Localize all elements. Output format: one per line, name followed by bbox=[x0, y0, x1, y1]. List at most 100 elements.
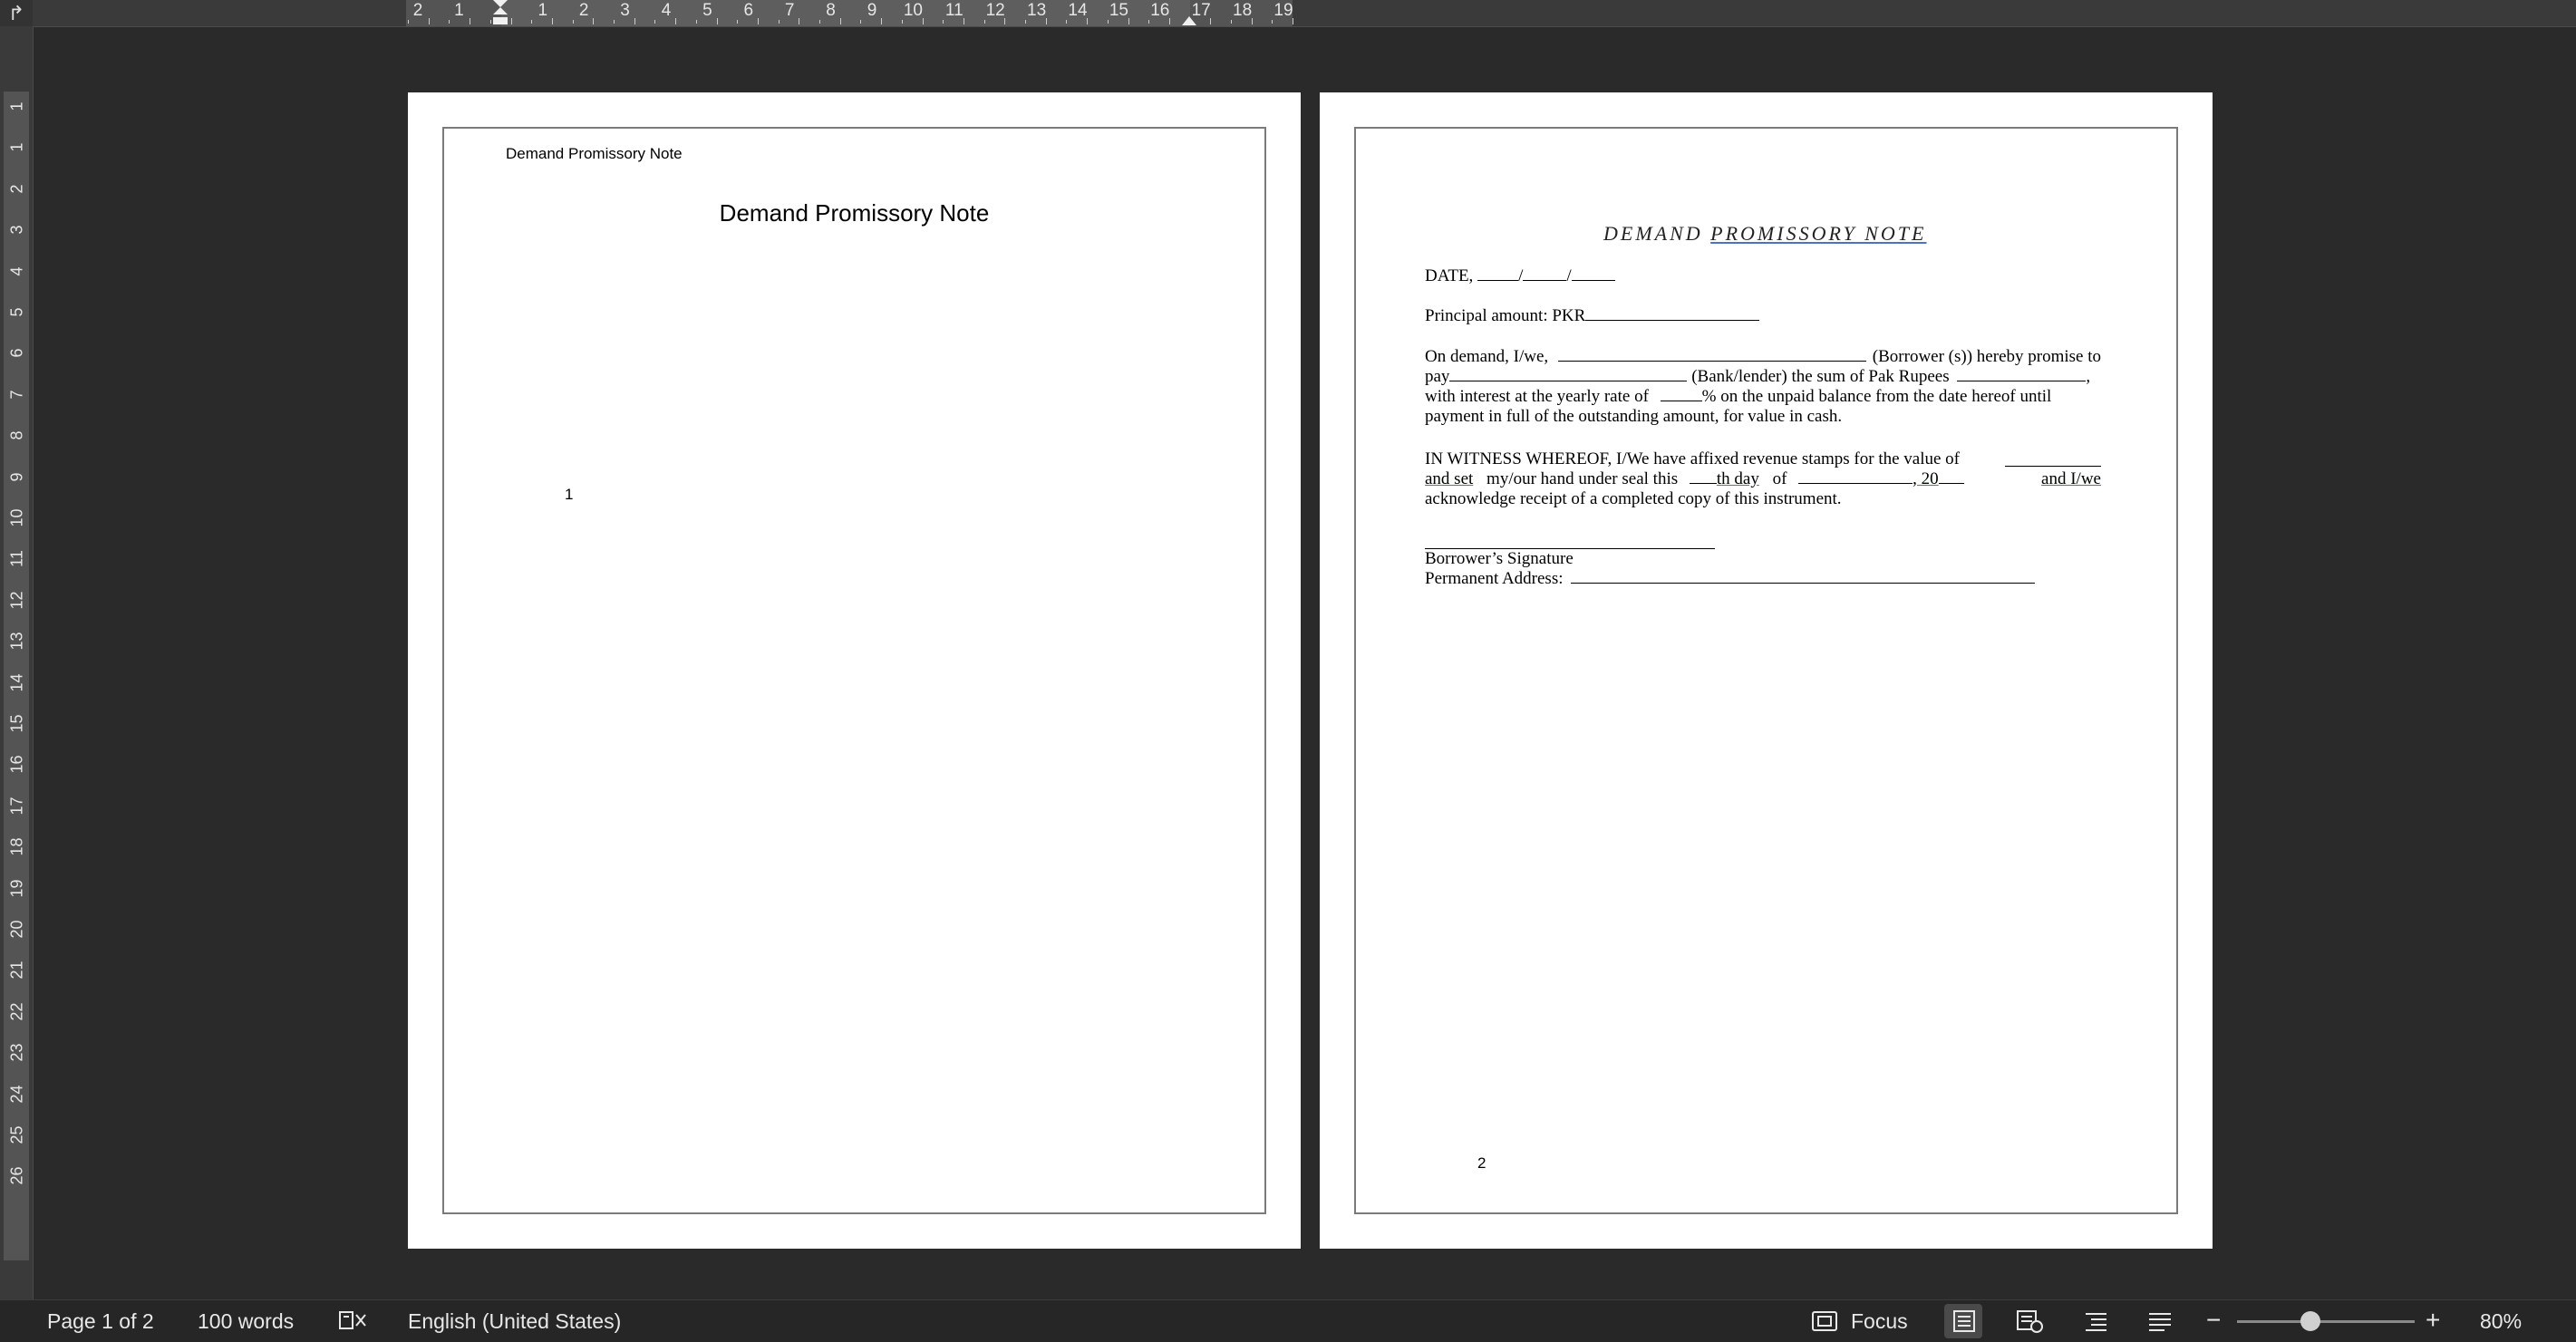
ruler-tick bbox=[1272, 20, 1273, 24]
vertical-ruler-number: 19 bbox=[7, 879, 26, 898]
ruler-tick bbox=[1045, 18, 1047, 24]
ruler-number: 4 bbox=[661, 1, 672, 20]
address-blank[interactable] bbox=[1571, 570, 2036, 584]
para1-comma: , bbox=[2086, 367, 2091, 386]
month-blank[interactable] bbox=[1798, 470, 1913, 484]
language-indicator[interactable]: English (United States) bbox=[408, 1309, 621, 1334]
ruler-number: 11 bbox=[944, 1, 964, 20]
title-part-demand: DEMAND bbox=[1603, 222, 1711, 245]
zoom-out-button[interactable]: − bbox=[2206, 1306, 2221, 1335]
ruler-tick bbox=[634, 18, 635, 24]
para2-line3[interactable]: acknowledge receipt of a completed copy … bbox=[1425, 489, 1842, 509]
ruler-tick bbox=[1128, 18, 1129, 24]
para1-text-a: On demand, I/we, bbox=[1425, 347, 1549, 366]
vertical-ruler-number: 7 bbox=[7, 390, 26, 400]
vertical-ruler-number: 16 bbox=[7, 755, 26, 774]
ruler-tick bbox=[881, 18, 883, 24]
ruler-number: 7 bbox=[784, 1, 795, 20]
rupees-amount-blank[interactable] bbox=[1957, 368, 2087, 381]
vertical-ruler-number: 22 bbox=[7, 1002, 26, 1021]
outline-view-icon[interactable] bbox=[2083, 1309, 2110, 1333]
ruler-tick bbox=[1148, 20, 1150, 24]
vertical-ruler-number: 8 bbox=[7, 430, 26, 440]
ruler-tick bbox=[1107, 20, 1109, 24]
borrower-name-blank[interactable] bbox=[1557, 348, 1866, 362]
para2-line2[interactable]: and set my/our hand under seal this th d… bbox=[1425, 469, 2101, 489]
vertical-ruler[interactable]: 1 1 2 3 4 5 6 7 8 9 10 11 12 13 14 15 16 17 18 19 20 21 22 23 24… bbox=[0, 26, 34, 1299]
page-2[interactable]: DEMAND PROMISSORY NOTE DATE, / / Principa… bbox=[1320, 92, 2213, 1249]
para2-text-witness: IN WITNESS WHEREOF, I/We have affixed re… bbox=[1425, 449, 1961, 468]
date-year-blank[interactable] bbox=[1571, 267, 1615, 281]
day-blank[interactable] bbox=[1689, 470, 1717, 484]
vertical-ruler-number: 11 bbox=[7, 550, 26, 568]
para2-th-day: th day bbox=[1716, 469, 1759, 488]
para2-line1[interactable]: IN WITNESS WHEREOF, I/We have affixed re… bbox=[1425, 449, 2101, 469]
zoom-level[interactable]: 80% bbox=[2480, 1309, 2522, 1334]
ruler-tick bbox=[922, 18, 924, 24]
vertical-ruler-number: 17 bbox=[7, 797, 26, 816]
para2-text-hand: my/our hand under seal this bbox=[1487, 469, 1679, 488]
focus-button[interactable]: Focus bbox=[1851, 1309, 1908, 1334]
ruler-number: 8 bbox=[826, 1, 836, 20]
principal-line[interactable]: Principal amount: PKR bbox=[1425, 306, 1760, 326]
vertical-ruler-number: 5 bbox=[7, 307, 26, 317]
interest-rate-blank[interactable] bbox=[1660, 388, 1702, 401]
ruler-tick bbox=[1025, 20, 1026, 24]
para1-line3[interactable]: with interest at the yearly rate of % on… bbox=[1425, 387, 2101, 407]
page-1-header[interactable]: Demand Promissory Note bbox=[506, 145, 683, 163]
ruler-tick bbox=[551, 18, 553, 24]
ruler-tick bbox=[572, 20, 574, 24]
date-day-blank[interactable] bbox=[1477, 267, 1519, 281]
draft-view-icon[interactable] bbox=[2146, 1309, 2174, 1333]
word-count[interactable]: 100 words bbox=[198, 1309, 294, 1334]
ruler-number: 2 bbox=[578, 1, 589, 20]
page-count[interactable]: Page 1 of 2 bbox=[47, 1309, 154, 1334]
vertical-ruler-number: 15 bbox=[7, 714, 26, 733]
right-indent-marker-icon[interactable] bbox=[1180, 9, 1198, 26]
tab-selector-icon[interactable]: ↱ bbox=[0, 0, 33, 26]
page-1-number: 1 bbox=[565, 486, 574, 503]
stamp-value-blank[interactable] bbox=[2005, 453, 2101, 467]
ruler-tick bbox=[901, 20, 903, 24]
year-blank[interactable] bbox=[1938, 470, 1964, 484]
date-line[interactable]: DATE, / / bbox=[1425, 266, 1615, 286]
lender-name-blank[interactable] bbox=[1449, 368, 1688, 381]
para2-and-set: and set bbox=[1425, 469, 1474, 488]
web-layout-view-icon[interactable] bbox=[2015, 1309, 2044, 1333]
vertical-ruler-number: 18 bbox=[7, 837, 26, 856]
principal-label: Principal amount: PKR bbox=[1425, 306, 1586, 325]
ruler-tick bbox=[428, 18, 430, 24]
para1-text-balance: % on the unpaid balance from the date he… bbox=[1701, 387, 2052, 406]
print-layout-view-icon[interactable] bbox=[1951, 1309, 1977, 1333]
horizontal-ruler[interactable]: ↱ 2 1 1 2 3 4 5 6 7 8 9 10 11 12 13 14 15 16 17 18 19 bbox=[0, 0, 2576, 27]
vertical-ruler-number: 1 bbox=[7, 101, 26, 111]
address-line[interactable]: Permanent Address: bbox=[1425, 569, 2036, 589]
vertical-ruler-number: 10 bbox=[7, 508, 26, 527]
date-month-blank[interactable] bbox=[1523, 267, 1567, 281]
ruler-tick bbox=[695, 20, 697, 24]
para1-line2[interactable]: pay (Bank/lender) the sum of Pak Rupees … bbox=[1425, 367, 2101, 387]
ruler-tick bbox=[1004, 18, 1006, 24]
page-2-title[interactable]: DEMAND PROMISSORY NOTE bbox=[1603, 222, 1926, 246]
vertical-ruler-number: 23 bbox=[7, 1043, 26, 1062]
ruler-number: 1 bbox=[537, 1, 548, 20]
ruler-tick bbox=[716, 18, 718, 24]
ruler-number: 2 bbox=[412, 1, 423, 20]
focus-icon[interactable] bbox=[1811, 1310, 1838, 1332]
ruler-tick bbox=[757, 18, 759, 24]
para1-text-pay: pay bbox=[1425, 367, 1450, 386]
zoom-slider-track[interactable] bbox=[2237, 1320, 2415, 1323]
indent-marker-icon[interactable] bbox=[489, 0, 511, 26]
page-1-title[interactable]: Demand Promissory Note bbox=[408, 199, 1301, 227]
ruler-number: 14 bbox=[1068, 1, 1088, 20]
zoom-in-button[interactable]: + bbox=[2426, 1306, 2440, 1335]
borrower-signature-label[interactable]: Borrower’s Signature bbox=[1425, 549, 1574, 569]
zoom-slider-thumb[interactable] bbox=[2300, 1311, 2320, 1331]
vertical-ruler-number: 13 bbox=[7, 632, 26, 651]
proofing-icon[interactable] bbox=[337, 1309, 368, 1331]
para1-line1[interactable]: On demand, I/we, (Borrower (s)) hereby p… bbox=[1425, 347, 2101, 367]
page-1[interactable]: Demand Promissory Note Demand Promissory… bbox=[408, 92, 1301, 1249]
ruler-tick bbox=[1066, 20, 1068, 24]
para1-line4[interactable]: payment in full of the outstanding amoun… bbox=[1425, 407, 1842, 427]
principal-amount-blank[interactable] bbox=[1585, 307, 1760, 321]
